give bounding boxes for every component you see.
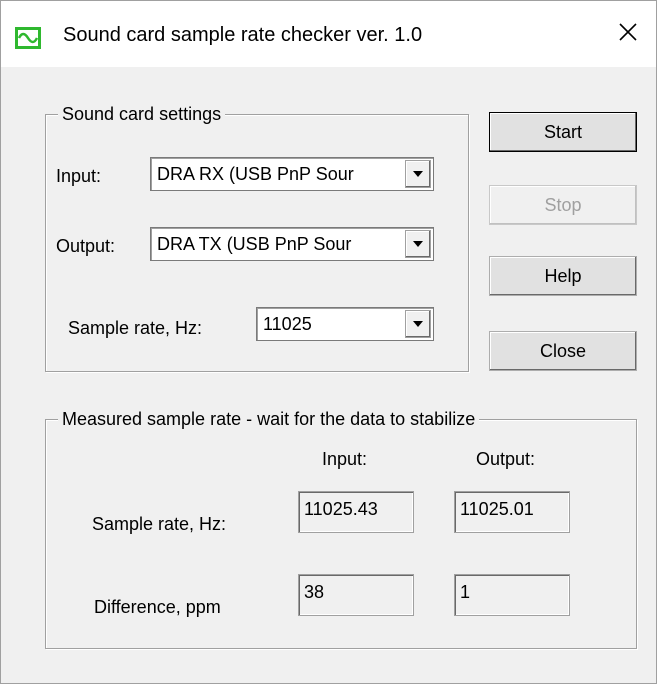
close-button[interactable]: Close: [489, 331, 637, 371]
window-title: Sound card sample rate checker ver. 1.0: [63, 24, 423, 46]
start-button[interactable]: Start: [489, 112, 637, 152]
chevron-down-icon[interactable]: [405, 230, 431, 258]
input-label: Input:: [56, 166, 102, 186]
input-device-select[interactable]: DRA RX (USB PnP Sour: [150, 157, 434, 191]
measured-output-column-header: Output:: [476, 449, 536, 469]
chevron-down-icon[interactable]: [405, 160, 431, 188]
sine-wave-app-icon: [15, 27, 41, 49]
measured-rate-label: Sample rate, Hz:: [92, 514, 227, 534]
sample-rate-value: 11025: [263, 314, 312, 334]
measured-sample-rate-group: Measured sample rate - wait for the data…: [45, 407, 637, 649]
title-bar[interactable]: Sound card sample rate checker ver. 1.0: [1, 1, 656, 67]
difference-output-readout: 1: [454, 574, 570, 616]
sound-card-settings-group: Sound card settings Input: DRA RX (USB P…: [45, 102, 469, 372]
difference-label: Difference, ppm: [94, 597, 221, 617]
measured-rate-input-readout: 11025.43: [298, 491, 414, 533]
output-device-value: DRA TX (USB PnP Sour: [157, 234, 352, 254]
help-button[interactable]: Help: [489, 256, 637, 296]
input-device-value: DRA RX (USB PnP Sour: [157, 164, 354, 184]
stop-button[interactable]: Stop: [489, 185, 637, 225]
settings-group-legend: Sound card settings: [58, 102, 226, 126]
sample-rate-select[interactable]: 11025: [256, 307, 434, 341]
measured-input-column-header: Input:: [322, 449, 368, 469]
output-device-select[interactable]: DRA TX (USB PnP Sour: [150, 227, 434, 261]
measured-group-legend: Measured sample rate - wait for the data…: [58, 407, 480, 431]
measured-rate-output-readout: 11025.01: [454, 491, 570, 533]
chevron-down-icon[interactable]: [405, 310, 431, 338]
sample-rate-label: Sample rate, Hz:: [68, 318, 203, 338]
difference-input-readout: 38: [298, 574, 414, 616]
app-window: Sound card sample rate checker ver. 1.0 …: [0, 0, 657, 684]
close-icon: [618, 22, 638, 47]
close-window-button[interactable]: [600, 9, 656, 59]
output-label: Output:: [56, 236, 116, 256]
